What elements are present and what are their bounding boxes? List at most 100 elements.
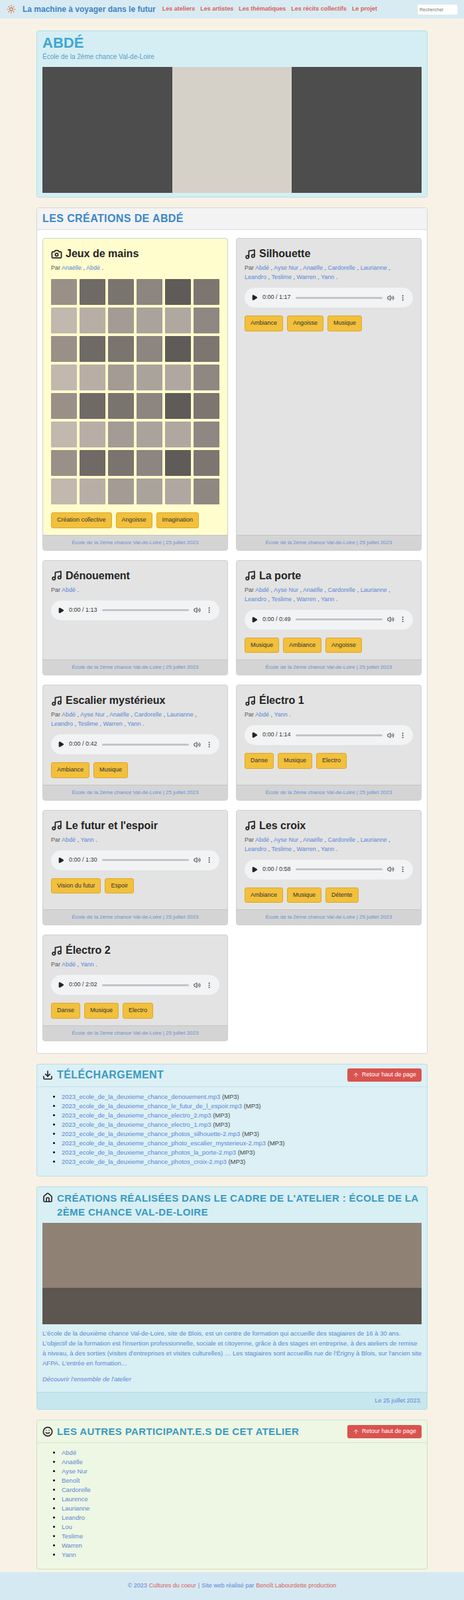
photo-thumbnail[interactable]	[79, 364, 106, 391]
tag[interactable]: Musique	[287, 887, 322, 904]
photo-thumbnail[interactable]	[165, 307, 191, 334]
photo-thumbnail[interactable]	[193, 307, 220, 334]
author-link[interactable]: Leandro	[244, 595, 267, 603]
play-icon[interactable]	[251, 616, 258, 624]
photo-thumbnail[interactable]	[136, 307, 163, 334]
photo-thumbnail[interactable]	[108, 279, 134, 305]
participant-link[interactable]: Benoît	[61, 1476, 80, 1485]
back-to-top-button[interactable]: Retour haut de page	[347, 1068, 422, 1082]
menu-icon[interactable]	[399, 865, 407, 873]
volume-icon[interactable]	[193, 741, 201, 749]
author-link[interactable]: Anaëlle	[302, 586, 323, 594]
photo-thumbnail[interactable]	[193, 450, 220, 476]
author-link[interactable]: Ayse Nur	[273, 264, 299, 272]
play-icon[interactable]	[57, 857, 65, 864]
download-link[interactable]: 2023_ecole_de_la_deuxieme_chance_le_futu…	[61, 1102, 242, 1110]
photo-thumbnail[interactable]	[51, 364, 77, 391]
author-link[interactable]: Yann	[320, 273, 335, 281]
author-link[interactable]: Abdé	[255, 836, 270, 844]
photo-thumbnail[interactable]	[79, 393, 106, 419]
download-link[interactable]: 2023_ecole_de_la_deuxieme_chance_denouem…	[61, 1093, 221, 1101]
volume-icon[interactable]	[387, 731, 395, 740]
participant-link[interactable]: Warren	[61, 1541, 83, 1550]
author-link[interactable]: Laurianne	[360, 586, 388, 594]
author-link[interactable]: Leandro	[244, 845, 267, 853]
download-link[interactable]: 2023_ecole_de_la_deuxieme_chance_photos_…	[61, 1158, 227, 1166]
author-link[interactable]: Warren	[296, 845, 316, 853]
play-icon[interactable]	[57, 981, 65, 989]
tag[interactable]: Danse	[51, 1002, 81, 1019]
photo-thumbnail[interactable]	[51, 478, 77, 505]
author-link[interactable]: Ayse Nur	[273, 586, 299, 594]
photo-thumbnail[interactable]	[108, 307, 134, 334]
author-link[interactable]: Yann	[127, 720, 141, 728]
tag[interactable]: Angoisse	[116, 512, 153, 529]
photo-thumbnail[interactable]	[79, 336, 106, 362]
author-link[interactable]: Yann	[273, 711, 288, 718]
menu-icon[interactable]	[399, 615, 407, 624]
photo-thumbnail[interactable]	[193, 336, 220, 362]
author-link[interactable]: Abdé	[255, 264, 270, 272]
author-link[interactable]: Laurianne	[167, 711, 194, 718]
photo-thumbnail[interactable]	[136, 279, 163, 305]
author-link[interactable]: Yann	[320, 595, 335, 603]
photo-thumbnail[interactable]	[108, 393, 134, 419]
download-link[interactable]: 2023_ecole_de_la_deuxieme_chance_electro…	[61, 1120, 212, 1129]
photo-thumbnail[interactable]	[136, 393, 163, 419]
author-link[interactable]: Leandro	[244, 273, 267, 281]
author-link[interactable]: Ayse Nur	[273, 836, 299, 844]
menu-icon[interactable]	[205, 856, 213, 864]
participant-link[interactable]: Leandro	[61, 1513, 85, 1522]
tag[interactable]: Création collective	[51, 512, 113, 529]
photo-thumbnail[interactable]	[136, 364, 163, 391]
photo-thumbnail[interactable]	[193, 421, 220, 448]
tag[interactable]: Musique	[244, 637, 280, 654]
audio-progress[interactable]	[295, 618, 383, 621]
tag[interactable]: Espoir	[104, 878, 134, 895]
photo-thumbnail[interactable]	[79, 450, 106, 476]
photo-thumbnail[interactable]	[136, 450, 163, 476]
tag[interactable]: Ambiance	[244, 315, 284, 332]
tag[interactable]: Angoisse	[325, 637, 362, 654]
photo-thumbnail[interactable]	[165, 450, 191, 476]
photo-thumbnail[interactable]	[136, 478, 163, 505]
photo-thumbnail[interactable]	[108, 336, 134, 362]
photo-thumbnail[interactable]	[51, 393, 77, 419]
author-link[interactable]: Laurianne	[360, 836, 388, 844]
photo-thumbnail[interactable]	[79, 478, 106, 505]
tag[interactable]: Vision du futur	[51, 878, 101, 895]
photo-thumbnail[interactable]	[79, 307, 106, 334]
tag[interactable]: Ambiance	[51, 762, 90, 779]
photo-thumbnail[interactable]	[51, 336, 77, 362]
logo[interactable]: La machine à voyager dans le futur	[22, 3, 156, 16]
author-link[interactable]: Ayse Nur	[80, 711, 105, 718]
author-link[interactable]: Warren	[296, 595, 316, 603]
photo-thumbnail[interactable]	[136, 336, 163, 362]
tag[interactable]: Imagination	[156, 512, 200, 529]
author-link[interactable]: Benoît Labourdette production	[255, 1581, 337, 1591]
audio-progress[interactable]	[102, 743, 189, 746]
photo-thumbnail[interactable]	[165, 478, 191, 505]
author-link[interactable]: Cardorelle	[328, 586, 356, 594]
tag[interactable]: Angoisse	[287, 315, 324, 332]
participant-link[interactable]: Laurianne	[61, 1504, 90, 1512]
author-link[interactable]: Abdé	[86, 264, 101, 272]
atelier-link[interactable]: Découvrir l'ensemble de l'atelier	[42, 1374, 422, 1385]
audio-player[interactable]: 0:00 / 2:02	[51, 975, 220, 995]
back-to-top-button[interactable]: Retour haut de page	[347, 1425, 422, 1439]
photo-thumbnail[interactable]	[51, 450, 77, 476]
audio-progress[interactable]	[295, 734, 383, 737]
nav-link[interactable]: Les artistes	[200, 4, 234, 14]
menu-icon[interactable]	[205, 606, 213, 614]
author-link[interactable]: Anaëlle	[302, 264, 323, 272]
volume-icon[interactable]	[193, 606, 201, 614]
audio-progress[interactable]	[295, 868, 383, 871]
author-link[interactable]: Abdé	[61, 586, 76, 594]
play-icon[interactable]	[57, 741, 65, 748]
author-link[interactable]: Yann	[320, 845, 335, 853]
author-link[interactable]: Teslime	[77, 720, 99, 728]
tag[interactable]: Musique	[93, 762, 128, 779]
photo-thumbnail[interactable]	[51, 307, 77, 334]
play-icon[interactable]	[57, 607, 65, 614]
author-link[interactable]: Abdé	[61, 836, 76, 844]
